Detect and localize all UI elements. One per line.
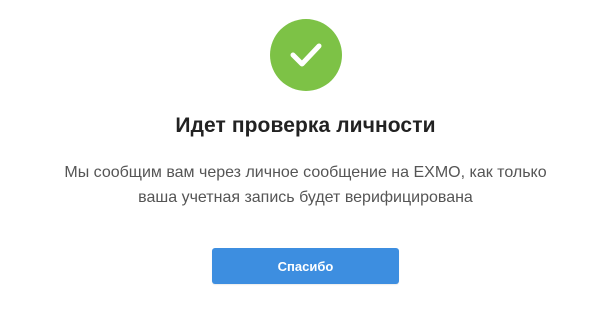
success-badge [270, 19, 342, 91]
message-line-1: Мы сообщим вам через личное сообщение на… [64, 164, 547, 181]
dialog-title: Идет проверка личности [175, 114, 436, 137]
checkmark-icon [290, 43, 322, 67]
dialog-message: Мы сообщим вам через личное сообщение на… [0, 160, 611, 210]
message-line-2: ваша учетная запись будет верифицирована [138, 189, 473, 206]
thanks-button[interactable]: Спасибо [212, 248, 399, 284]
verification-dialog: Идет проверка личности Мы сообщим вам че… [0, 0, 611, 316]
